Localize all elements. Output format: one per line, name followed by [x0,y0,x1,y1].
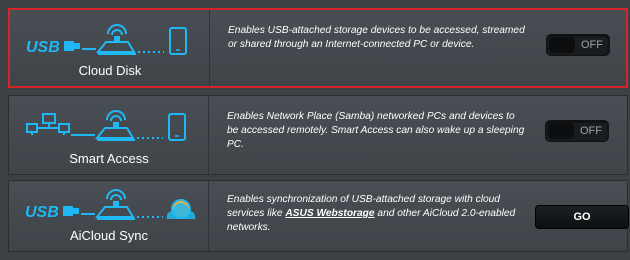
go-button[interactable]: GO [535,205,629,229]
cloud-disk-icons: USB [26,22,206,60]
aicloud-sync-card: USB AiCloud Sync Enables synchronization… [8,180,629,252]
feature-description: Enables Network Place (Samba) networked … [227,111,525,150]
feature-description: Enables USB-attached storage devices to … [228,25,525,50]
feature-title: AiCloud Sync [69,228,149,243]
cloud-disk-card: USB Cloud Disk Enables USB-attached stor… [8,8,628,88]
cloud-icon [166,199,196,219]
usb-icon: USB [26,39,80,56]
feature-title: Smart Access [69,151,149,166]
svg-text:USB: USB [25,204,59,221]
svg-text:USB: USB [26,39,60,56]
router-icon [94,189,135,220]
feature-description: Enables synchronization of USB-attached … [227,193,527,235]
smart-access-icons [25,108,205,146]
tablet-icon [169,27,187,55]
router-icon [94,110,135,141]
aicloud-sync-icon-area: USB AiCloud Sync [9,181,209,251]
aicloud-sync-icons: USB [25,187,205,225]
usb-icon: USB [25,204,79,221]
cloud-disk-toggle[interactable]: OFF [546,34,610,56]
smart-access-icon-area: Smart Access [9,96,209,174]
smart-access-card: Smart Access Enables Network Place (Samb… [8,95,628,175]
cloud-disk-icon-area: USB Cloud Disk [10,10,210,86]
toggle-knob [549,37,575,53]
asus-webstorage-link[interactable]: ASUS Webstorage [285,208,374,219]
smart-access-toggle[interactable]: OFF [545,120,609,142]
tablet-icon [168,113,186,141]
feature-title: Cloud Disk [78,63,142,78]
router-icon [95,24,136,55]
toggle-label: OFF [581,39,603,51]
toggle-label: OFF [580,125,602,137]
network-icon [26,113,70,135]
toggle-knob [548,123,574,139]
